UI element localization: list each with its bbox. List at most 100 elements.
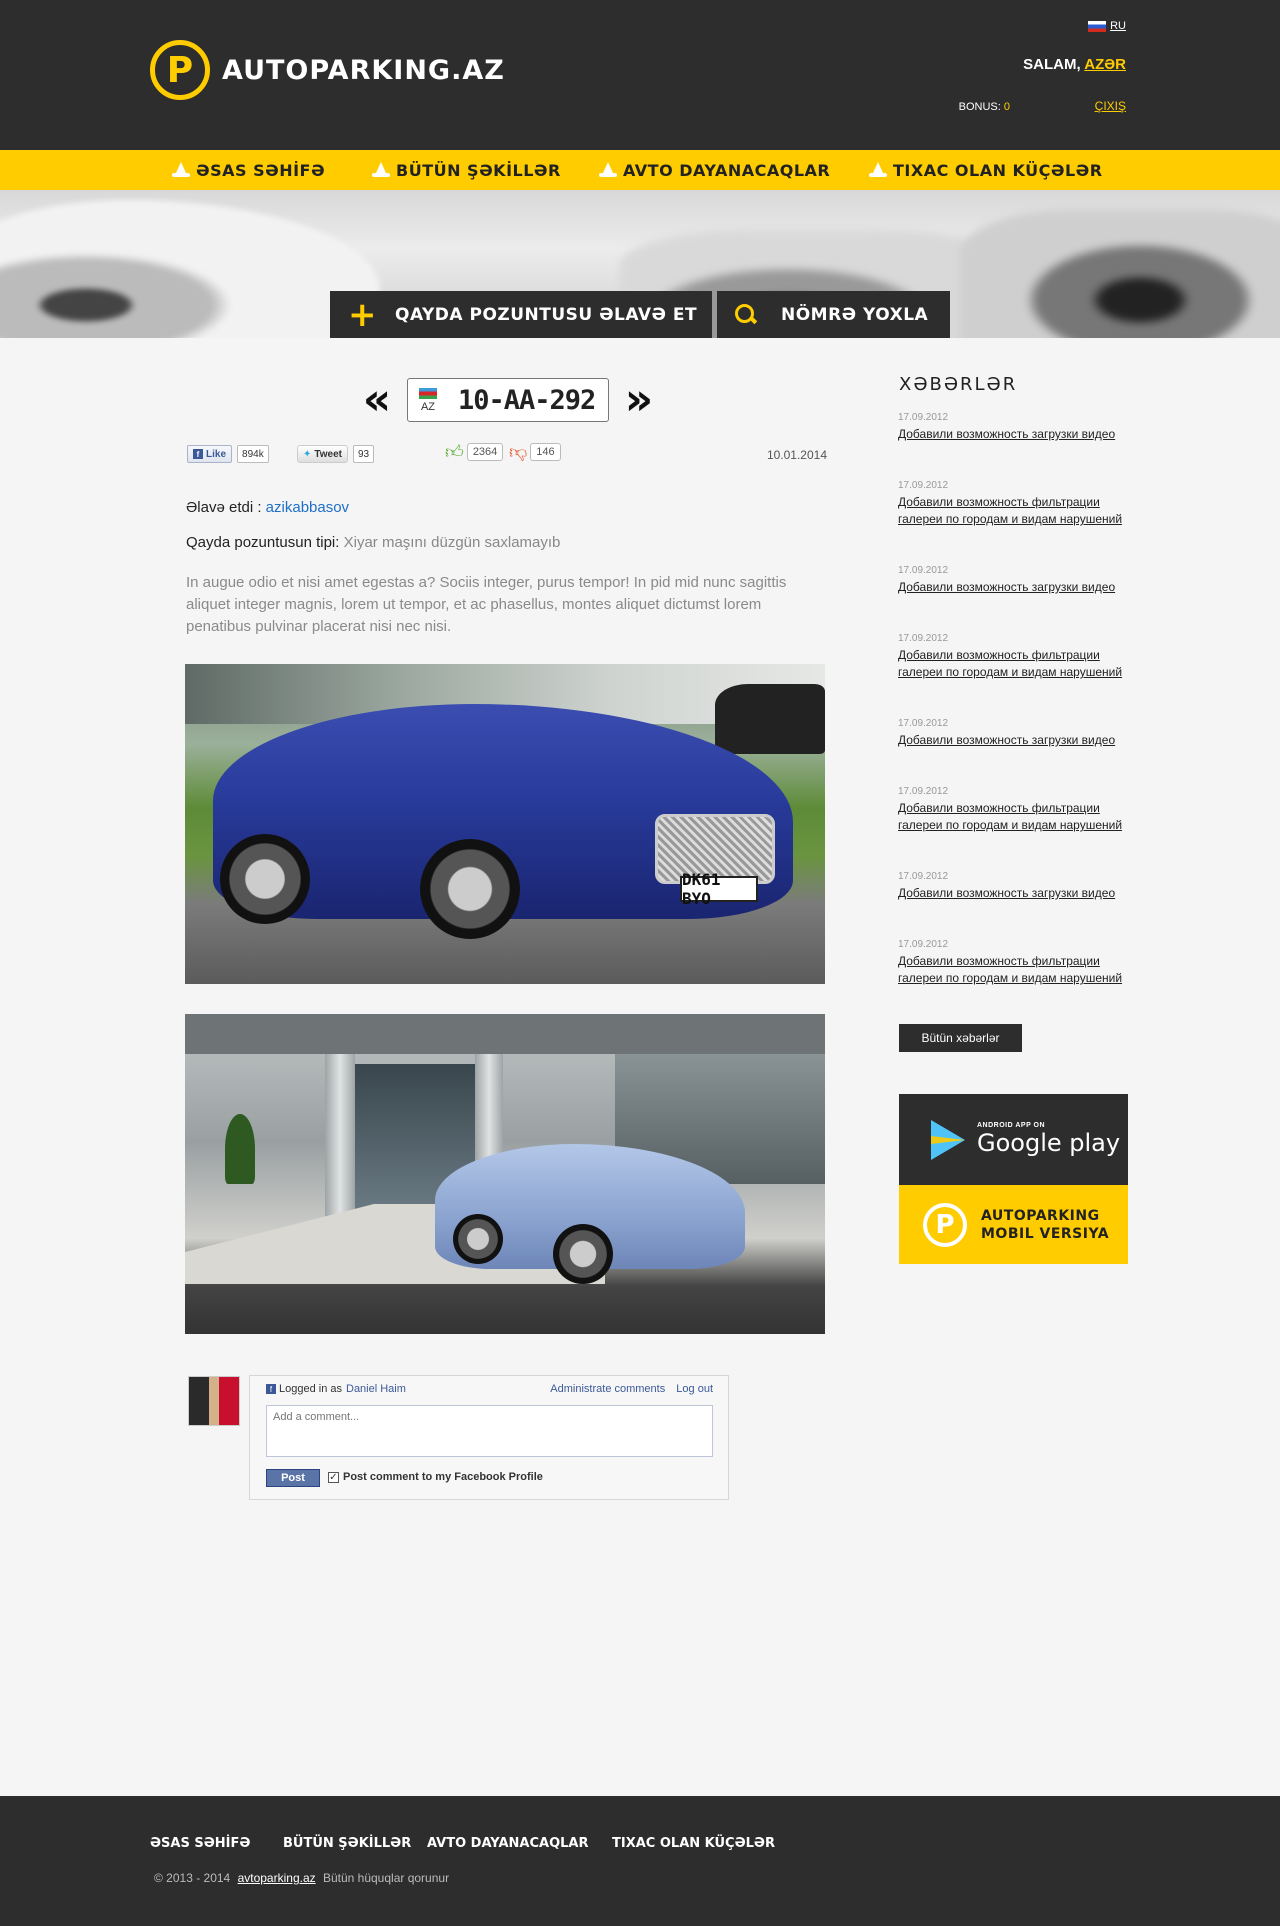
car-wheel <box>420 839 520 939</box>
thumbs-up-vote[interactable]: 👍︎ 2364 <box>445 443 504 461</box>
footer-nav-parkings[interactable]: AVTO DAYANACAQLAR <box>427 1836 588 1851</box>
news-link[interactable]: Добавили возможность загрузки видео <box>898 732 1128 749</box>
added-by-user-link[interactable]: azikabbasov <box>266 499 349 516</box>
news-item[interactable]: 17.09.2012 Добавили возможность фильтрац… <box>898 480 1128 528</box>
checkbox-checked-icon[interactable]: ✓ <box>328 1471 339 1483</box>
like-count: 894k <box>237 445 269 463</box>
news-link[interactable]: Добавили возможность фильтрации галереи … <box>898 953 1128 987</box>
news-item[interactable]: 17.09.2012 Добавили возможность фильтрац… <box>898 939 1128 987</box>
footer-nav-traffic-streets[interactable]: TIXAC OLAN KÜÇƏLƏR <box>612 1836 775 1851</box>
facebook-icon: f <box>266 1384 276 1394</box>
language-switch[interactable]: RU <box>1088 20 1126 32</box>
nav-item-traffic-streets[interactable]: TIXAC OLAN KÜÇƏLƏR <box>869 150 1103 190</box>
news-item[interactable]: 17.09.2012 Добавили возможность загрузки… <box>898 412 1128 443</box>
news-date: 17.09.2012 <box>898 480 949 491</box>
news-date: 17.09.2012 <box>898 412 949 423</box>
post-comment-button[interactable]: Post <box>266 1469 320 1487</box>
comment-admin-links: Administrate comments Log out <box>542 1383 713 1395</box>
news-link[interactable]: Добавили возможность фильтрации галереи … <box>898 647 1128 681</box>
traffic-cone-icon <box>599 162 617 178</box>
building-roof <box>185 1014 825 1054</box>
logo-text: AUTOPARKING.AZ <box>222 54 505 86</box>
violation-type-label: Qayda pozuntusun tipi: <box>186 534 340 551</box>
android-app-label: ANDROID APP ON <box>977 1122 1046 1129</box>
site-logo[interactable]: P AUTOPARKING.AZ <box>150 40 505 100</box>
news-item[interactable]: 17.09.2012 Добавили возможность загрузки… <box>898 565 1128 596</box>
added-by: Əlavə etdi : azikabbasov <box>186 499 349 516</box>
greeting-text: SALAM, <box>1023 56 1081 73</box>
plate-country: AZ <box>408 379 448 421</box>
post-to-profile-option[interactable]: ✓ Post comment to my Facebook Profile <box>328 1471 543 1483</box>
post-to-profile-label: Post comment to my Facebook Profile <box>343 1471 543 1483</box>
logged-in-info: f Logged in as Daniel Haim <box>266 1383 406 1395</box>
parking-logo-icon: P <box>150 40 210 100</box>
add-violation-label: QAYDA POZUNTUSU ƏLAVƏ ET <box>395 304 698 325</box>
news-item[interactable]: 17.09.2012 Добавили возможность фильтрац… <box>898 633 1128 681</box>
nav-item-all-photos[interactable]: BÜTÜN ŞƏKİLLƏR <box>372 150 561 190</box>
like-button[interactable]: f Like <box>187 445 233 463</box>
tweet-button[interactable]: ✦ Tweet <box>297 445 348 463</box>
news-date: 17.09.2012 <box>898 786 949 797</box>
news-link[interactable]: Добавили возможность фильтрации галереи … <box>898 494 1128 528</box>
news-date: 17.09.2012 <box>898 939 949 950</box>
next-arrow-icon[interactable]: » <box>617 378 661 422</box>
mobile-version-label: AUTOPARKING MOBIL VERSIYA <box>981 1207 1109 1243</box>
all-news-button[interactable]: Bütün xəbərlər <box>899 1024 1022 1052</box>
check-number-button[interactable]: NÖMRƏ YOXLA <box>717 291 950 338</box>
post-date: 10.01.2014 <box>766 448 827 462</box>
avatar[interactable] <box>188 1376 240 1426</box>
commenter-name-link[interactable]: Daniel Haim <box>346 1383 406 1395</box>
comment-input[interactable]: Add a comment... <box>266 1405 713 1457</box>
violation-photo[interactable]: DK61 BYO <box>185 664 825 984</box>
google-play-label: Google play <box>977 1129 1121 1157</box>
traffic-cone-icon <box>869 162 887 178</box>
parking-logo-icon: P <box>923 1202 967 1247</box>
license-plate: AZ 10-AA-292 <box>407 378 609 422</box>
nav-label: BÜTÜN ŞƏKİLLƏR <box>396 160 561 180</box>
news-link[interactable]: Добавили возможность загрузки видео <box>898 579 1128 596</box>
violation-photo[interactable] <box>185 1014 825 1334</box>
username-link[interactable]: AZƏR <box>1084 56 1126 73</box>
twitter-bird-icon: ✦ <box>303 448 312 460</box>
previous-arrow-icon[interactable]: « <box>355 378 399 422</box>
add-violation-button[interactable]: + QAYDA POZUNTUSU ƏLAVƏ ET <box>330 291 712 338</box>
added-by-label: Əlavə etdi : <box>186 499 262 516</box>
news-date: 17.09.2012 <box>898 633 949 644</box>
news-link[interactable]: Добавили возможность загрузки видео <box>898 426 1128 443</box>
rights-text: Bütün hüquqlar qorunur <box>322 1871 450 1885</box>
google-play-badge[interactable]: ANDROID APP ON Google play <box>899 1094 1128 1185</box>
azerbaijan-flag-icon <box>419 387 437 399</box>
news-link[interactable]: Добавили возможность загрузки видео <box>898 885 1128 902</box>
footer-nav-home[interactable]: ƏSAS SƏHİFƏ <box>150 1836 250 1851</box>
administrate-comments-link[interactable]: Administrate comments <box>550 1383 665 1395</box>
car-wheel <box>553 1224 613 1284</box>
violation-type: Qayda pozuntusun tipi: Xiyar maşını düzg… <box>186 534 560 551</box>
footer-nav-all-photos[interactable]: BÜTÜN ŞƏKİLLƏR <box>283 1836 411 1851</box>
mobile-version-line2: MOBIL VERSIYA <box>981 1225 1110 1242</box>
comments-logout-link[interactable]: Log out <box>676 1383 713 1395</box>
facebook-icon: f <box>193 449 203 459</box>
facebook-comments-box: f Logged in as Daniel Haim Administrate … <box>249 1375 729 1500</box>
logout-link[interactable]: ÇIXIŞ <box>1095 99 1126 113</box>
copyright-years: © 2013 - 2014 <box>154 1871 231 1885</box>
news-item[interactable]: 17.09.2012 Добавили возможность загрузки… <box>898 718 1128 749</box>
nav-item-parkings[interactable]: AVTO DAYANACAQLAR <box>599 150 830 190</box>
news-link[interactable]: Добавили возможность фильтрации галереи … <box>898 800 1128 834</box>
thumbs-up-count: 2364 <box>466 443 504 461</box>
footer-site-link[interactable]: avtoparking.az <box>238 1871 316 1885</box>
facebook-like: f Like 894k <box>187 445 269 463</box>
news-item[interactable]: 17.09.2012 Добавили возможность фильтрац… <box>898 786 1128 834</box>
news-item[interactable]: 17.09.2012 Добавили возможность загрузки… <box>898 871 1128 902</box>
twitter-share: ✦ Tweet 93 <box>297 445 375 463</box>
mobile-version-line1: AUTOPARKING <box>981 1207 1100 1224</box>
thumbs-down-vote[interactable]: 👎︎ 146 <box>509 443 561 461</box>
mobile-version-banner[interactable]: P AUTOPARKING MOBIL VERSIYA <box>899 1185 1128 1264</box>
site-header: P AUTOPARKING.AZ RU SALAM, AZƏR BONUS: 0… <box>0 0 1280 150</box>
tweet-label: Tweet <box>314 448 342 460</box>
mobile-app-promo[interactable]: ANDROID APP ON Google play P AUTOPARKING… <box>899 1094 1128 1264</box>
nav-item-home[interactable]: ƏSAS SƏHİFƏ <box>172 150 325 190</box>
bonus-label: BONUS: <box>958 101 1001 113</box>
bonus-info: BONUS: 0 <box>959 101 1010 113</box>
thumbs-down-count: 146 <box>530 443 561 461</box>
news-date: 17.09.2012 <box>898 718 949 729</box>
